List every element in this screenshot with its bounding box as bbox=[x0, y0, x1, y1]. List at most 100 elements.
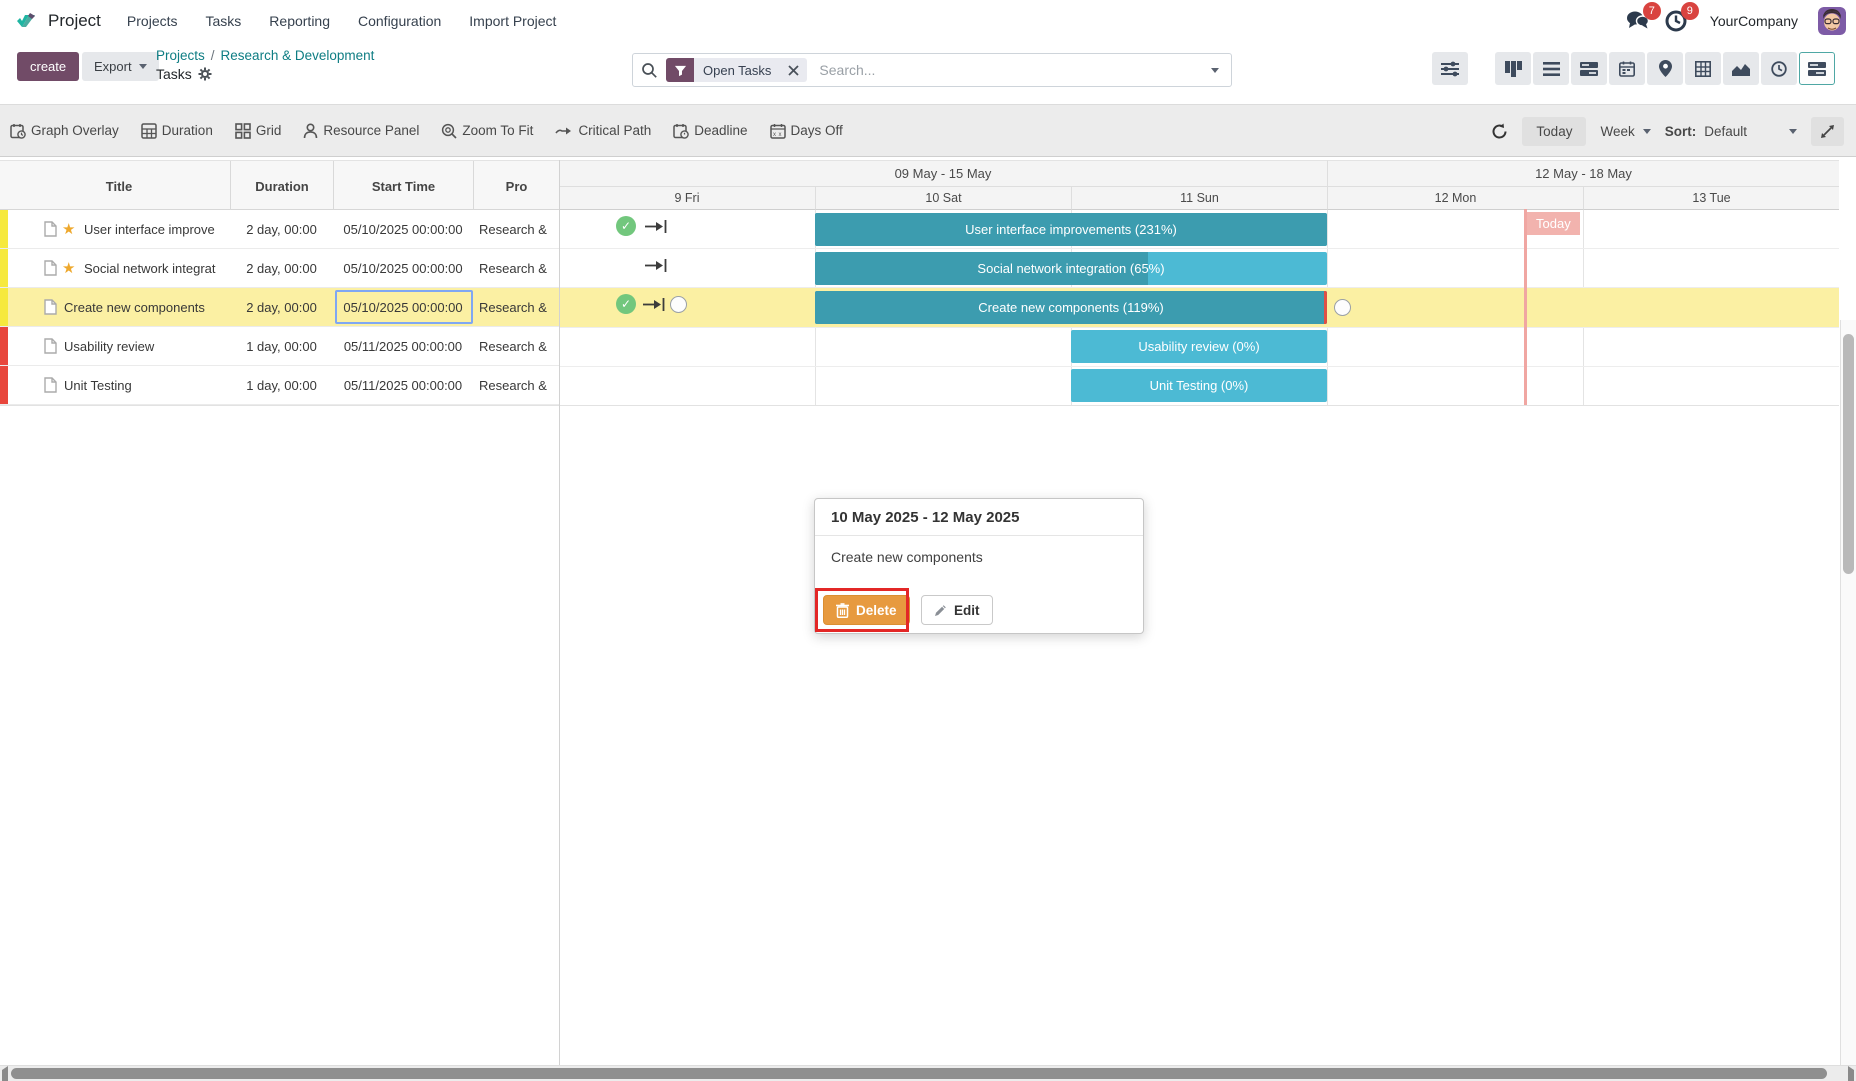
app-logo-icon[interactable] bbox=[14, 9, 38, 33]
star-icon[interactable]: ★ bbox=[62, 220, 75, 238]
chevron-down-icon bbox=[139, 64, 147, 69]
gear-icon[interactable] bbox=[198, 67, 212, 81]
gantt-bar-create-components[interactable]: Create new components (119%) bbox=[815, 291, 1327, 324]
pivot-view-button[interactable] bbox=[1685, 52, 1721, 85]
filter-sliders-button[interactable] bbox=[1432, 52, 1468, 85]
gantt-view-button[interactable] bbox=[1571, 52, 1607, 85]
dependency-arrow-icon[interactable] bbox=[644, 257, 668, 274]
today-button[interactable]: Today bbox=[1522, 117, 1586, 146]
edit-button[interactable]: Edit bbox=[921, 595, 993, 625]
delete-label: Delete bbox=[856, 603, 897, 618]
table-row-2[interactable]: ★ Social network integrat 2 day, 00:00 0… bbox=[0, 249, 559, 288]
document-icon bbox=[44, 299, 57, 315]
vertical-scrollbar[interactable] bbox=[1840, 320, 1856, 1081]
dependency-arrow-icon[interactable] bbox=[644, 218, 668, 235]
gantt-bar-user-interface[interactable]: User interface improvements (231%) bbox=[815, 213, 1327, 246]
task-start-time[interactable]: 05/11/2025 00:00:00 bbox=[333, 366, 473, 404]
gantt-bar-social-network[interactable]: Social network integration (65%) bbox=[815, 252, 1327, 285]
critical-path-button[interactable]: Critical Path bbox=[555, 123, 651, 138]
messages-icon[interactable]: 7 bbox=[1626, 9, 1650, 33]
column-header-start-time[interactable]: Start Time bbox=[333, 161, 473, 211]
horizontal-scrollbar[interactable] bbox=[0, 1065, 1856, 1081]
task-title[interactable]: Unit Testing bbox=[64, 366, 230, 404]
company-name[interactable]: YourCompany bbox=[1710, 13, 1798, 29]
breadcrumb-current-link[interactable]: Research & Development bbox=[221, 48, 375, 63]
list-view-button[interactable] bbox=[1533, 52, 1569, 85]
table-row-5[interactable]: Unit Testing 1 day, 00:00 05/11/2025 00:… bbox=[0, 366, 559, 405]
table-row-1[interactable]: ★ User interface improve 2 day, 00:00 05… bbox=[0, 210, 559, 249]
row-line bbox=[559, 327, 1839, 328]
column-header-title[interactable]: Title bbox=[8, 161, 230, 211]
svg-text:x: x bbox=[773, 132, 776, 138]
task-duration[interactable]: 2 day, 00:00 bbox=[230, 288, 333, 326]
graph-overlay-button[interactable]: Graph Overlay bbox=[10, 123, 119, 139]
resource-panel-button[interactable]: Resource Panel bbox=[303, 123, 419, 139]
remove-filter-icon[interactable] bbox=[780, 58, 807, 82]
days-off-button[interactable]: xx Days Off bbox=[770, 123, 843, 139]
horizontal-scrollbar-thumb[interactable] bbox=[11, 1068, 1827, 1079]
row-line bbox=[559, 248, 1839, 249]
task-title[interactable]: User interface improve bbox=[84, 210, 230, 248]
connector-handle-left[interactable] bbox=[670, 296, 687, 313]
gantt-bar-usability-review[interactable]: Usability review (0%) bbox=[1071, 330, 1327, 363]
day-header-12-mon: 12 Mon bbox=[1327, 187, 1583, 210]
menu-tasks[interactable]: Tasks bbox=[206, 13, 242, 29]
task-duration[interactable]: 1 day, 00:00 bbox=[230, 366, 333, 404]
task-start-time[interactable]: 05/11/2025 00:00:00 bbox=[333, 327, 473, 365]
resource-panel-label: Resource Panel bbox=[323, 123, 419, 138]
scale-select[interactable]: Week bbox=[1600, 124, 1650, 139]
refresh-icon[interactable] bbox=[1491, 123, 1508, 140]
scroll-left-icon[interactable] bbox=[2, 1070, 8, 1081]
status-stripe-yellow bbox=[0, 210, 8, 248]
column-header-project[interactable]: Pro bbox=[473, 161, 559, 211]
graph-view-button[interactable] bbox=[1723, 52, 1759, 85]
day-header-13-tue: 13 Tue bbox=[1583, 187, 1839, 210]
gantt-bar-unit-testing[interactable]: Unit Testing (0%) bbox=[1071, 369, 1327, 402]
activities-clock-icon[interactable]: 9 bbox=[1664, 9, 1688, 33]
map-view-button[interactable] bbox=[1647, 52, 1683, 85]
deadline-button[interactable]: Deadline bbox=[673, 123, 747, 139]
zoom-to-fit-button[interactable]: Zoom To Fit bbox=[441, 123, 533, 139]
kanban-view-button[interactable] bbox=[1495, 52, 1531, 85]
task-project: Research & bbox=[479, 366, 559, 404]
column-header-duration[interactable]: Duration bbox=[230, 161, 333, 211]
breadcrumb-projects-link[interactable]: Projects bbox=[156, 48, 205, 63]
task-title[interactable]: Create new components bbox=[64, 288, 230, 326]
star-icon[interactable]: ★ bbox=[62, 259, 75, 277]
scroll-right-icon[interactable] bbox=[1848, 1070, 1854, 1081]
task-duration[interactable]: 2 day, 00:00 bbox=[230, 249, 333, 287]
vertical-scrollbar-thumb[interactable] bbox=[1843, 334, 1854, 574]
task-project: Research & bbox=[479, 249, 559, 287]
task-title[interactable]: Social network integrat bbox=[84, 249, 230, 287]
menu-projects[interactable]: Projects bbox=[127, 13, 178, 29]
task-start-time[interactable]: 05/10/2025 00:00:00 bbox=[333, 210, 473, 248]
gantt-pro-view-button-active[interactable] bbox=[1799, 52, 1835, 85]
export-button[interactable]: Export bbox=[82, 52, 159, 81]
calendar-view-button[interactable] bbox=[1609, 52, 1645, 85]
expand-fullscreen-button[interactable] bbox=[1811, 117, 1844, 146]
menu-reporting[interactable]: Reporting bbox=[269, 13, 330, 29]
search-options-chevron-icon[interactable] bbox=[1211, 68, 1219, 73]
user-avatar[interactable] bbox=[1818, 7, 1846, 35]
table-row-3-selected[interactable]: Create new components 2 day, 00:00 05/10… bbox=[0, 288, 559, 327]
activity-view-button[interactable] bbox=[1761, 52, 1797, 85]
dependency-arrow-icon[interactable] bbox=[642, 296, 666, 313]
task-project: Research & bbox=[479, 327, 559, 365]
search-input[interactable]: Search... bbox=[819, 62, 1211, 78]
app-name[interactable]: Project bbox=[48, 11, 101, 31]
table-row-4[interactable]: Usability review 1 day, 00:00 05/11/2025… bbox=[0, 327, 559, 366]
delete-button[interactable]: Delete bbox=[823, 595, 910, 625]
task-title[interactable]: Usability review bbox=[64, 327, 230, 365]
menu-configuration[interactable]: Configuration bbox=[358, 13, 441, 29]
sort-select[interactable]: Sort: Default bbox=[1665, 124, 1797, 139]
menu-import-project[interactable]: Import Project bbox=[469, 13, 556, 29]
task-start-time[interactable]: 05/10/2025 00:00:00 bbox=[333, 249, 473, 287]
task-duration[interactable]: 1 day, 00:00 bbox=[230, 327, 333, 365]
task-duration[interactable]: 2 day, 00:00 bbox=[230, 210, 333, 248]
search-bar[interactable]: Open Tasks Search... bbox=[632, 53, 1232, 87]
connector-handle-right[interactable] bbox=[1334, 299, 1351, 316]
grid-button[interactable]: Grid bbox=[235, 123, 282, 139]
create-button[interactable]: create bbox=[17, 52, 79, 81]
status-stripe-yellow bbox=[0, 288, 8, 326]
duration-button[interactable]: Duration bbox=[141, 123, 213, 139]
